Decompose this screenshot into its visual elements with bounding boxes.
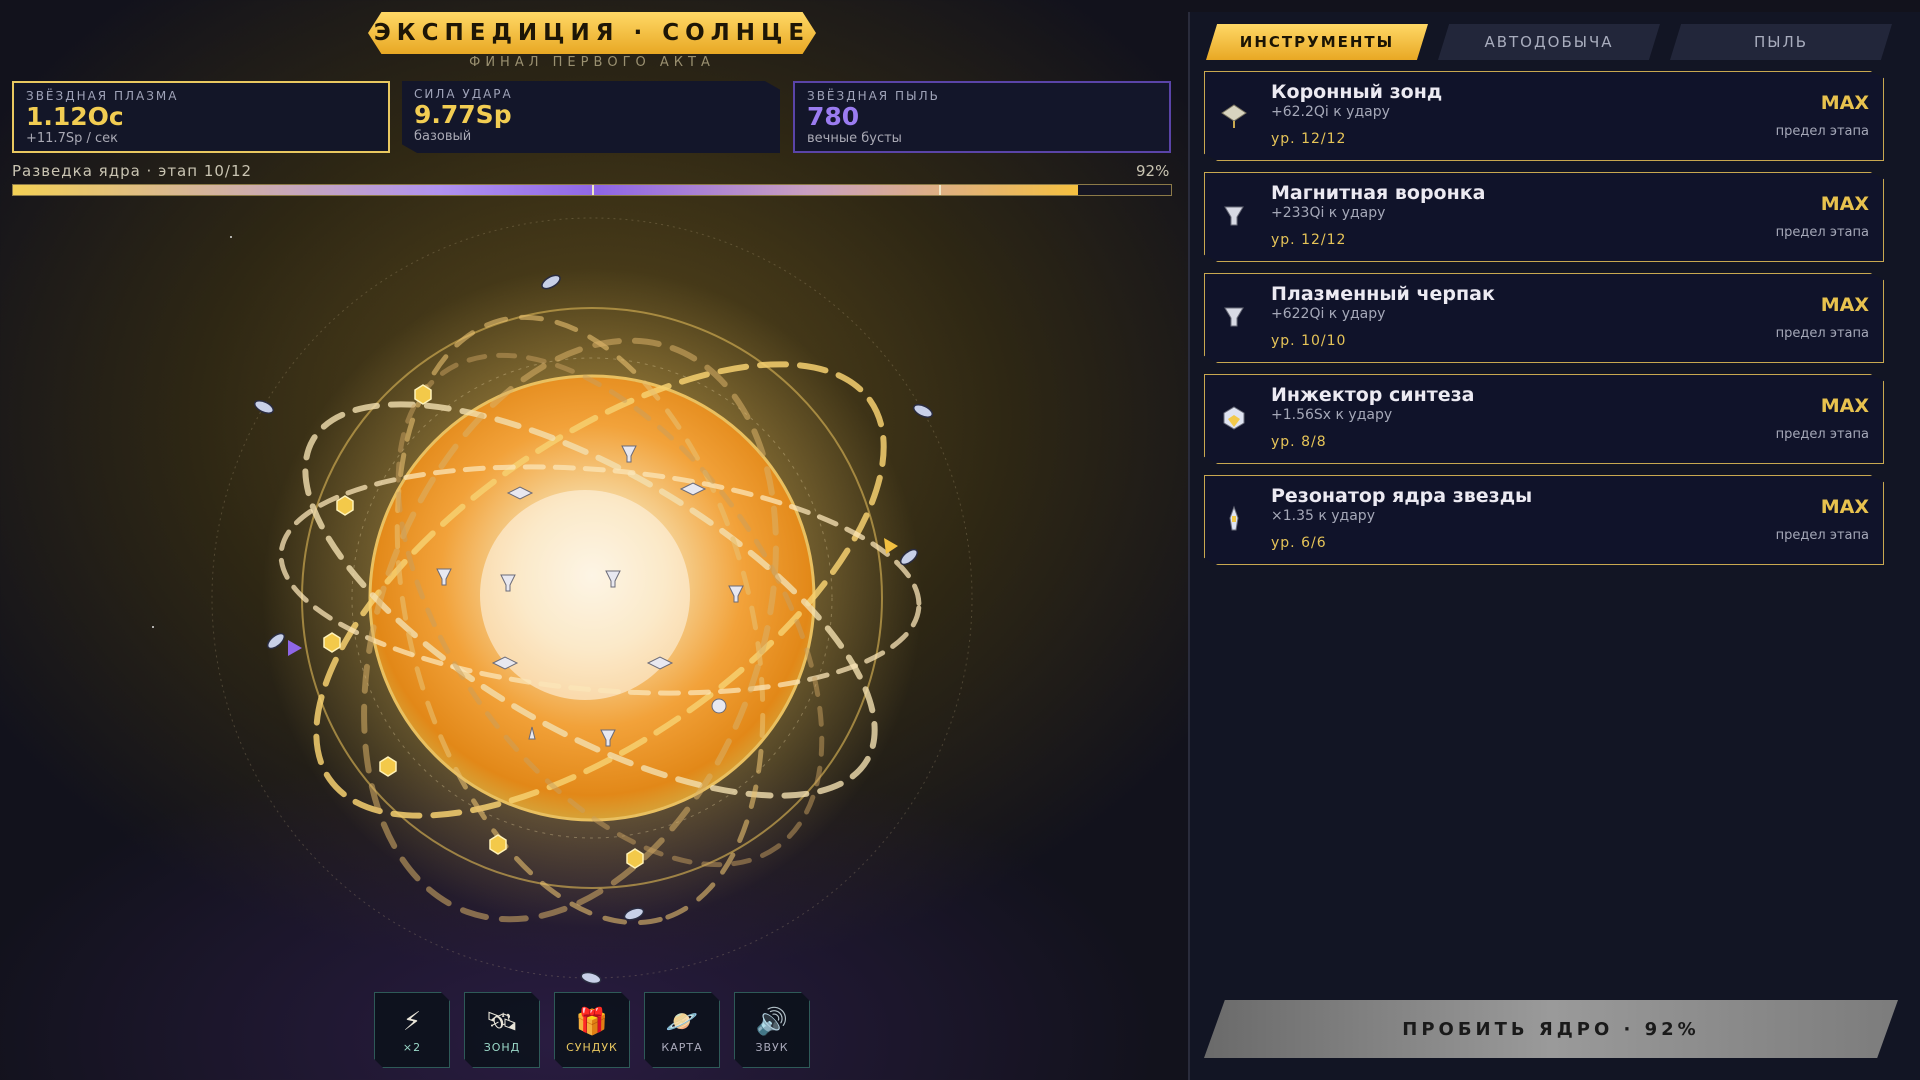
stat-dust-sub: вечные бусты xyxy=(807,131,902,146)
tool-label: КАРТА xyxy=(661,1040,703,1054)
plasma-hex-icon xyxy=(489,834,507,855)
upgrade-item-core-resonator[interactable]: Резонатор ядра звезды ×1.35 к удару ур. … xyxy=(1204,475,1884,565)
page-title: ЭКСПЕДИЦИЯ · СОЛНЦЕ xyxy=(373,20,811,46)
stat-force: СИЛА УДАРА 9.77Sp базовый xyxy=(402,81,780,153)
upgrade-level: ур. 8/8 xyxy=(1271,434,1327,450)
stat-plasma-label: ЗВЁЗДНАЯ ПЛАЗМА xyxy=(26,89,179,103)
upgrade-level: ур. 10/10 xyxy=(1271,333,1347,349)
upgrade-max-badge: MAX xyxy=(1820,496,1869,518)
upgrade-cap: предел этапа xyxy=(1775,427,1869,442)
upgrade-bonus: +233Qi к удару xyxy=(1271,205,1386,221)
tool-label: ЗОНД xyxy=(483,1040,521,1054)
upgrade-bonus: +622Qi к удару xyxy=(1271,306,1386,322)
upgrade-bonus: +62.2Qi к удару xyxy=(1271,104,1390,120)
chest-button[interactable]: 🎁 СУНДУК xyxy=(554,992,630,1068)
panel-tabs: ИНСТРУМЕНТЫ АВТОДОБЫЧА ПЫЛЬ xyxy=(1206,24,1892,60)
plasma-hex-icon xyxy=(336,495,354,516)
bottom-toolbar: ⚡ ×2 🛰 ЗОНД 🎁 СУНДУК 🪐 КАРТА 🔊 ЗВУК xyxy=(374,992,810,1068)
upgrade-bonus: ×1.35 к удару xyxy=(1271,508,1375,524)
plasma-hex-icon xyxy=(323,632,341,653)
funnel-icon xyxy=(1224,307,1244,327)
upgrade-level: ур. 12/12 xyxy=(1271,131,1347,147)
speaker-icon: 🔊 xyxy=(755,1006,789,1037)
progress-milestone xyxy=(939,185,942,195)
stat-force-sub: базовый xyxy=(414,129,472,144)
tab-instruments[interactable]: ИНСТРУМЕНТЫ xyxy=(1206,24,1428,60)
progress-percent: 92% xyxy=(1136,162,1170,180)
tab-automining[interactable]: АВТОДОБЫЧА xyxy=(1438,24,1660,60)
upgrade-bonus: +1.56Sx к удару xyxy=(1271,407,1393,423)
upgrade-cap: предел этапа xyxy=(1775,124,1869,139)
boost-x2-button[interactable]: ⚡ ×2 xyxy=(374,992,450,1068)
tool-label: ЗВУК xyxy=(755,1040,789,1054)
upgrade-max-badge: MAX xyxy=(1820,92,1869,114)
stat-plasma-value: 1.12Oc xyxy=(26,102,124,131)
bulb-icon xyxy=(711,698,727,714)
upgrade-level: ур. 12/12 xyxy=(1271,232,1347,248)
tool-label: ×2 xyxy=(402,1040,422,1054)
upgrade-name: Резонатор ядра звезды xyxy=(1271,485,1533,507)
satellite-icon: 🛰 xyxy=(485,1006,519,1037)
upgrade-level: ур. 6/6 xyxy=(1271,535,1327,551)
sun-game-field[interactable] xyxy=(0,200,1180,990)
stat-dust-value: 780 xyxy=(807,102,860,131)
plasma-hex-icon xyxy=(379,756,397,777)
progress-label: Разведка ядра · этап 10/12 xyxy=(12,162,253,180)
upgrades-panel: ИНСТРУМЕНТЫ АВТОДОБЫЧА ПЫЛЬ Коронный зон… xyxy=(1188,12,1920,1080)
lightning-icon: ⚡ xyxy=(402,1006,422,1037)
upgrade-item-magnetic-funnel[interactable]: Магнитная воронка +233Qi к удару ур. 12/… xyxy=(1204,172,1884,262)
satellite-icon xyxy=(580,971,602,985)
upgrade-name: Инжектор синтеза xyxy=(1271,384,1475,406)
rocket-icon xyxy=(1229,505,1239,531)
stat-plasma-rate: +11.7Sp / сек xyxy=(26,131,118,146)
sound-button[interactable]: 🔊 ЗВУК xyxy=(734,992,810,1068)
page-subtitle: ФИНАЛ ПЕРВОГО АКТА xyxy=(469,55,715,70)
upgrade-cap: предел этапа xyxy=(1775,225,1869,240)
upgrade-max-badge: MAX xyxy=(1820,294,1869,316)
gift-icon: 🎁 xyxy=(575,1006,609,1037)
upgrade-item-corona-probe[interactable]: Коронный зонд +62.2Qi к удару ур. 12/12 … xyxy=(1204,71,1884,161)
kite-probe-icon xyxy=(1221,104,1247,128)
break-core-button[interactable]: ПРОБИТЬ ЯДРО · 92% xyxy=(1204,1000,1898,1058)
break-core-label: ПРОБИТЬ ЯДРО · 92% xyxy=(1402,1018,1700,1040)
progress-milestone xyxy=(592,185,594,195)
upgrade-name: Плазменный черпак xyxy=(1271,283,1495,305)
upgrade-item-plasma-scoop[interactable]: Плазменный черпак +622Qi к удару ур. 10/… xyxy=(1204,273,1884,363)
upgrade-cap: предел этапа xyxy=(1775,326,1869,341)
upgrade-name: Магнитная воронка xyxy=(1271,182,1486,204)
stat-force-value: 9.77Sp xyxy=(414,100,512,129)
tab-dust[interactable]: ПЫЛЬ xyxy=(1670,24,1892,60)
stage-progress-bar xyxy=(12,184,1172,196)
stat-plasma: ЗВЁЗДНАЯ ПЛАЗМА 1.12Oc +11.7Sp / сек xyxy=(12,81,390,153)
upgrade-max-badge: MAX xyxy=(1820,395,1869,417)
progress-fill xyxy=(13,185,1079,195)
stat-dust-label: ЗВЁЗДНАЯ ПЫЛЬ xyxy=(807,89,940,103)
upgrade-cap: предел этапа xyxy=(1775,528,1869,543)
plasma-hex-icon xyxy=(626,848,644,869)
hexagon-gem-icon xyxy=(1223,406,1245,430)
tool-label: СУНДУК xyxy=(566,1040,618,1054)
probe-button[interactable]: 🛰 ЗОНД xyxy=(464,992,540,1068)
satellite-icon xyxy=(912,404,934,418)
planet-icon: 🪐 xyxy=(665,1006,699,1037)
upgrade-item-fusion-injector[interactable]: Инжектор синтеза +1.56Sx к удару ур. 8/8… xyxy=(1204,374,1884,464)
stat-force-label: СИЛА УДАРА xyxy=(414,87,513,101)
stat-dust: ЗВЁЗДНАЯ ПЫЛЬ 780 вечные бусты xyxy=(793,81,1171,153)
title-banner: ЭКСПЕДИЦИЯ · СОЛНЦЕ xyxy=(368,12,816,54)
upgrade-name: Коронный зонд xyxy=(1271,81,1443,103)
satellite-icon xyxy=(253,400,275,414)
upgrade-max-badge: MAX xyxy=(1820,193,1869,215)
funnel-icon xyxy=(1224,206,1244,226)
map-button[interactable]: 🪐 КАРТА xyxy=(644,992,720,1068)
plasma-hex-icon xyxy=(414,384,432,405)
